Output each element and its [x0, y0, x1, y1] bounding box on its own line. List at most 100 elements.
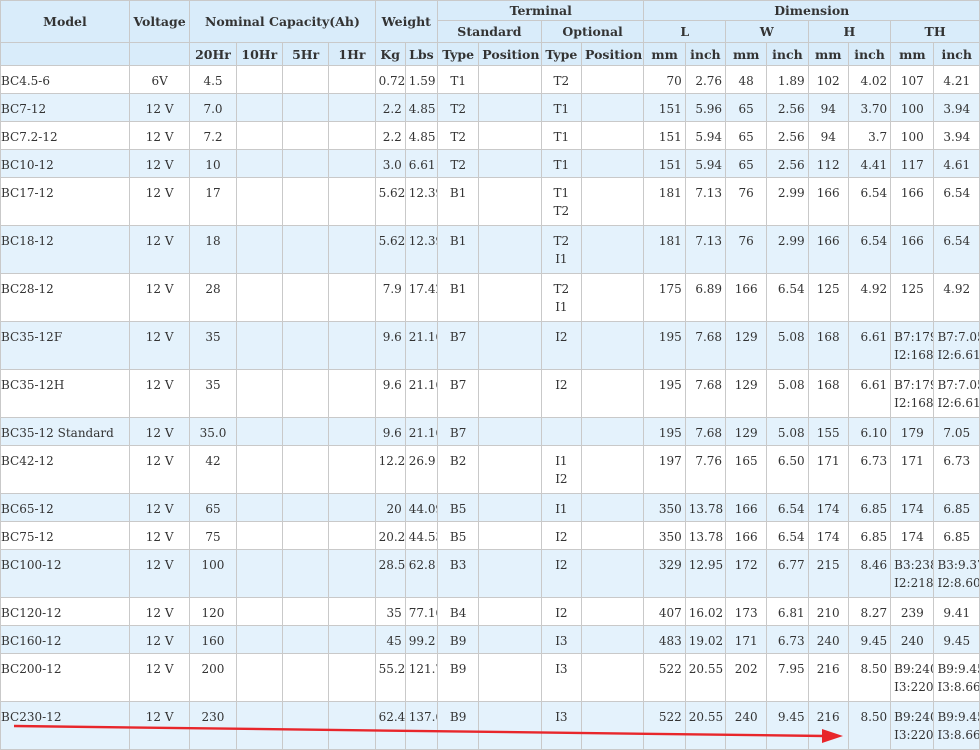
- capacity-5hr-cell: [281, 65, 330, 94]
- header-terminal-standard[interactable]: Standard: [437, 20, 542, 43]
- header-dim-th[interactable]: TH: [890, 20, 980, 43]
- header-th-mm[interactable]: mm: [890, 42, 935, 66]
- header-std-type[interactable]: Type: [437, 42, 480, 66]
- capacity-5hr-cell: [281, 597, 330, 626]
- l-mm-cell: 197: [643, 445, 686, 494]
- opt-type-cell: I3: [540, 701, 583, 750]
- th-inch-cell: B3:9.37, I2:8.60: [933, 549, 980, 598]
- w-inch-cell: 5.08: [766, 321, 809, 370]
- table-row: BC100-12 12 V 100 28.5 62.8 B3 I2 329 12.95 172 6.…: [0, 549, 980, 598]
- header-5hr[interactable]: 5Hr: [281, 42, 330, 66]
- model-cell: BC7-12: [0, 93, 130, 122]
- header-weight[interactable]: Weight: [374, 0, 439, 43]
- header-terminal-optional[interactable]: Optional: [540, 20, 645, 43]
- opt-type-cell: T1: [540, 93, 583, 122]
- std-position-cell: [478, 321, 542, 370]
- h-inch-cell: 8.46: [847, 549, 892, 598]
- header-opt-position[interactable]: Position: [581, 42, 645, 66]
- w-mm-cell: 65: [725, 121, 768, 150]
- voltage-cell: 12 V: [128, 653, 191, 702]
- voltage-cell: 6V: [128, 65, 191, 94]
- header-th-inch[interactable]: inch: [933, 42, 980, 66]
- header-model[interactable]: Model: [0, 0, 130, 43]
- weight-kg-cell: 9.6: [374, 417, 406, 446]
- w-inch-cell: 2.99: [766, 225, 809, 274]
- header-std-position[interactable]: Position: [478, 42, 542, 66]
- th-inch-cell: 6.54: [933, 225, 980, 274]
- voltage-cell: 12 V: [128, 273, 191, 322]
- l-inch-cell: 5.96: [684, 93, 727, 122]
- header-terminal[interactable]: Terminal: [437, 0, 645, 21]
- h-inch-cell: 8.50: [847, 701, 892, 750]
- header-h-inch[interactable]: inch: [847, 42, 892, 66]
- opt-type-cell: [540, 417, 583, 446]
- model-cell: BC7.2-12: [0, 121, 130, 150]
- table-row: BC160-1212 V160 4599.21B9 I3 48319.021716.7…: [0, 625, 980, 654]
- model-cell: BC10-12: [0, 149, 130, 178]
- opt-type-value: I2: [555, 558, 568, 572]
- opt-position-cell: [581, 93, 645, 122]
- header-dimension[interactable]: Dimension: [643, 0, 980, 21]
- model-cell: BC42-12: [0, 445, 130, 494]
- capacity-10hr-cell: [235, 701, 283, 750]
- capacity-10hr-cell: [235, 625, 283, 654]
- header-dim-w[interactable]: W: [725, 20, 809, 43]
- capacity-10hr-cell: [235, 321, 283, 370]
- header-h-mm[interactable]: mm: [807, 42, 849, 66]
- l-inch-cell: 13.78: [684, 493, 727, 522]
- header-w-inch[interactable]: inch: [766, 42, 809, 66]
- w-mm-cell: 76: [725, 225, 768, 274]
- l-inch-cell: 12.95: [684, 549, 727, 598]
- capacity-10hr-cell: [235, 369, 283, 418]
- std-position-cell: [478, 369, 542, 418]
- header-voltage[interactable]: Voltage: [128, 0, 191, 43]
- header-kg[interactable]: Kg: [374, 42, 406, 66]
- l-mm-cell: 151: [643, 121, 686, 150]
- opt-position-cell: [581, 597, 645, 626]
- th-mm-cell: 166: [890, 225, 935, 274]
- header-1hr[interactable]: 1Hr: [328, 42, 376, 66]
- h-mm-cell: 102: [807, 65, 849, 94]
- header-l-mm[interactable]: mm: [643, 42, 686, 66]
- header-w-mm[interactable]: mm: [725, 42, 768, 66]
- capacity-1hr-cell: [328, 417, 376, 446]
- std-type-cell: T2: [437, 93, 480, 122]
- w-mm-cell: 240: [725, 701, 768, 750]
- header-nominal-capacity[interactable]: Nominal Capacity(Ah): [189, 0, 376, 43]
- weight-kg-cell: 3.0: [374, 149, 406, 178]
- std-position-cell: [478, 177, 542, 226]
- std-type-cell: B9: [437, 625, 480, 654]
- voltage-cell: 12 V: [128, 417, 191, 446]
- header-dim-l[interactable]: L: [643, 20, 727, 43]
- l-inch-cell: 19.02: [684, 625, 727, 654]
- h-inch-cell: 3.70: [847, 93, 892, 122]
- capacity-5hr-cell: [281, 93, 330, 122]
- th-inch-cell: B7:7.05, I2:6.61: [933, 369, 980, 418]
- std-position-cell: [478, 521, 542, 550]
- l-mm-cell: 181: [643, 177, 686, 226]
- opt-type-value: I2: [555, 330, 568, 344]
- weight-lbs-cell: 26.9: [404, 445, 439, 494]
- table-row: BC230-1212 V230 62.4137.6B9 I3 52220.552409…: [0, 701, 980, 750]
- std-type-cell: B7: [437, 417, 480, 446]
- opt-type-value: T2: [553, 204, 570, 218]
- voltage-cell: 12 V: [128, 701, 191, 750]
- capacity-5hr-cell: [281, 121, 330, 150]
- std-position-cell: [478, 701, 542, 750]
- header-dim-h[interactable]: H: [807, 20, 892, 43]
- header-lbs[interactable]: Lbs: [404, 42, 439, 66]
- header-20hr[interactable]: 20Hr: [189, 42, 237, 66]
- weight-lbs-cell: 44.53: [404, 521, 439, 550]
- l-inch-cell: 7.13: [684, 177, 727, 226]
- header-opt-type[interactable]: Type: [540, 42, 583, 66]
- weight-kg-cell: 7.9: [374, 273, 406, 322]
- capacity-1hr-cell: [328, 321, 376, 370]
- capacity-10hr-cell: [235, 445, 283, 494]
- weight-lbs-cell: 4.85: [404, 93, 439, 122]
- opt-position-cell: [581, 321, 645, 370]
- header-l-inch[interactable]: inch: [684, 42, 727, 66]
- model-cell: BC17-12: [0, 177, 130, 226]
- header-10hr[interactable]: 10Hr: [235, 42, 283, 66]
- th-mm-cell: B7:179, I2:168: [890, 321, 935, 370]
- capacity-5hr-cell: [281, 321, 330, 370]
